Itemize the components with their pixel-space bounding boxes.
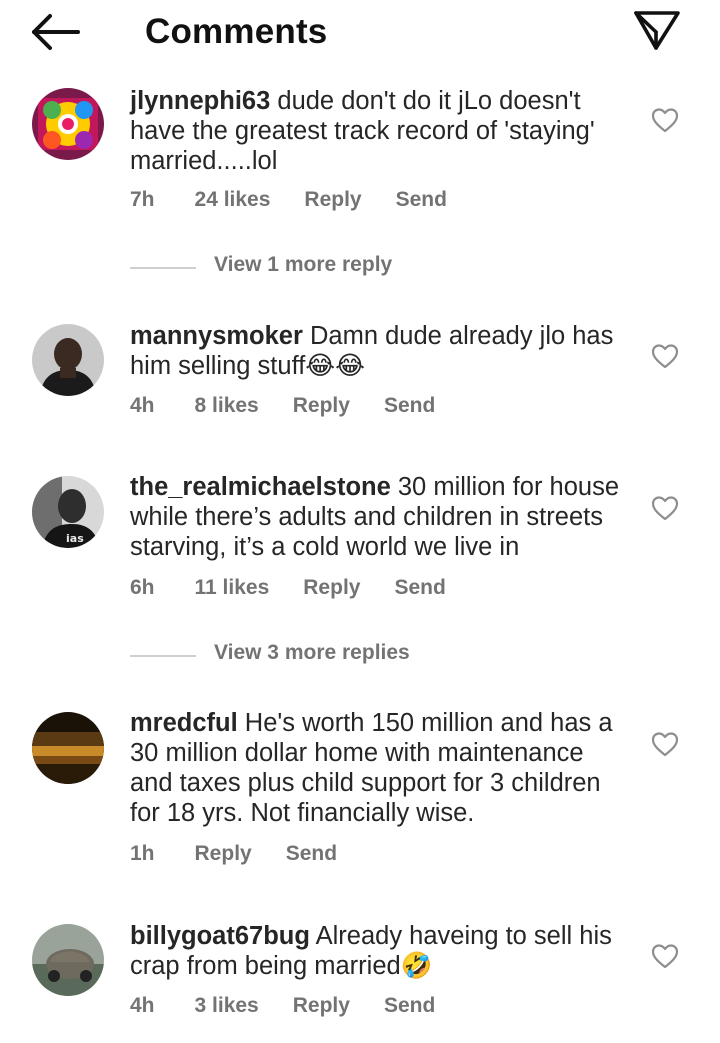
comment-meta: 6h 11 likes Reply Send xyxy=(130,576,480,604)
comment-body: mredcful He's worth 150 million and has … xyxy=(130,708,630,828)
comments-screen: Comments jlynnephi63 dude don't do it jL… xyxy=(0,0,720,1043)
reply-button[interactable]: Reply xyxy=(303,576,360,600)
svg-text:ias: ias xyxy=(66,532,84,545)
likes-count[interactable]: 24 likes xyxy=(195,188,271,212)
heart-icon[interactable] xyxy=(650,494,680,522)
comment-username[interactable]: billygoat67bug xyxy=(130,922,310,950)
comment-body: jlynnephi63 dude don't do it jLo doesn't… xyxy=(130,86,630,176)
arrow-left-icon[interactable] xyxy=(28,10,84,54)
emoji: 😂😂 xyxy=(305,352,365,380)
heart-icon[interactable] xyxy=(650,942,680,970)
emoji: 🤣 xyxy=(400,952,433,980)
view-replies-button[interactable]: View 3 more replies xyxy=(214,641,410,665)
reply-button[interactable]: Reply xyxy=(293,994,350,1018)
comment-time: 6h xyxy=(130,576,155,599)
send-button[interactable]: Send xyxy=(396,188,447,212)
avatar[interactable]: ias xyxy=(32,476,104,548)
heart-icon[interactable] xyxy=(650,106,680,134)
heart-icon[interactable] xyxy=(650,342,680,370)
send-button[interactable]: Send xyxy=(384,994,435,1018)
comment-meta: 4h 3 likes Reply Send xyxy=(130,994,469,1022)
comment-username[interactable]: mredcful xyxy=(130,709,238,737)
paper-plane-icon[interactable] xyxy=(632,8,682,52)
avatar[interactable] xyxy=(32,924,104,996)
comment-body: billygoat67bug Already haveing to sell h… xyxy=(130,921,630,981)
send-button[interactable]: Send xyxy=(384,394,435,418)
reply-button[interactable]: Reply xyxy=(304,188,361,212)
comment-time: 4h xyxy=(130,394,155,417)
comment-time: 1h xyxy=(130,842,155,865)
divider xyxy=(130,267,196,269)
likes-count[interactable]: 11 likes xyxy=(195,576,270,600)
comment-time: 7h xyxy=(130,188,155,211)
comment-meta: 1h Reply Send xyxy=(130,842,371,870)
page-title: Comments xyxy=(145,12,328,51)
comment-body: mannysmoker Damn dude already jlo has hi… xyxy=(130,321,630,381)
view-replies-button[interactable]: View 1 more reply xyxy=(214,253,392,277)
comment-meta: 7h 24 likes Reply Send xyxy=(130,188,481,216)
avatar[interactable] xyxy=(32,88,104,160)
avatar[interactable] xyxy=(32,712,104,784)
likes-count[interactable]: 3 likes xyxy=(195,994,259,1018)
comment-body: the_realmichaelstone 30 million for hous… xyxy=(130,472,630,562)
header: Comments xyxy=(0,0,720,62)
reply-button[interactable]: Reply xyxy=(195,842,252,866)
comment-meta: 4h 8 likes Reply Send xyxy=(130,394,469,422)
divider xyxy=(130,655,196,657)
comment-username[interactable]: mannysmoker xyxy=(130,322,303,350)
heart-icon[interactable] xyxy=(650,730,680,758)
comment-username[interactable]: the_realmichaelstone xyxy=(130,473,391,501)
likes-count[interactable]: 8 likes xyxy=(195,394,259,418)
comment-time: 4h xyxy=(130,994,155,1017)
avatar[interactable] xyxy=(32,324,104,396)
send-button[interactable]: Send xyxy=(286,842,337,866)
reply-button[interactable]: Reply xyxy=(293,394,350,418)
comment-username[interactable]: jlynnephi63 xyxy=(130,87,270,115)
send-button[interactable]: Send xyxy=(394,576,445,600)
